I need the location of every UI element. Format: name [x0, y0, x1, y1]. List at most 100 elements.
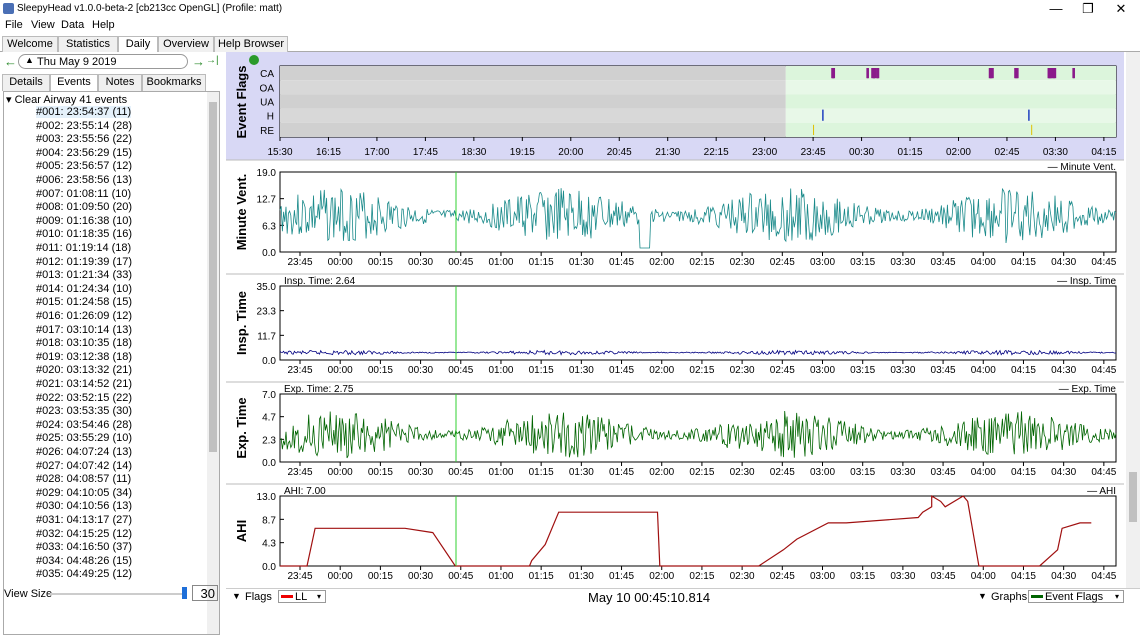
prev-day-button[interactable]: ← [4, 54, 17, 69]
re-event-mark[interactable] [813, 124, 815, 135]
event-item[interactable]: #010: 01:18:35 (16) [36, 228, 132, 240]
y-tick-label: 23.3 [257, 307, 277, 318]
ca-event-mark[interactable] [1016, 68, 1019, 79]
event-list-scrollbar[interactable] [207, 92, 219, 634]
graphs-button[interactable]: Graphs [991, 591, 1027, 603]
ca-event-mark[interactable] [874, 68, 877, 79]
event-item[interactable]: #001: 23:54:37 (11) [36, 106, 132, 118]
event-group-clear-airway[interactable]: ▾ Clear Airway 41 events [6, 93, 127, 106]
event-item[interactable]: #031: 04:13:17 (27) [36, 514, 132, 526]
collapse-icon[interactable]: ▾ [6, 94, 15, 106]
h-event-mark[interactable] [1028, 109, 1030, 121]
flags-button[interactable]: Flags [245, 591, 272, 603]
x-tick-label: 04:15 [1011, 571, 1036, 582]
event-item[interactable]: #032: 04:15:25 (12) [36, 528, 132, 540]
event-item[interactable]: #016: 01:26:09 (12) [36, 310, 132, 322]
event-item[interactable]: #007: 01:08:11 (10) [36, 188, 131, 200]
x-tick-label: 00:15 [368, 365, 393, 376]
event-item[interactable]: #029: 04:10:05 (34) [36, 487, 132, 499]
event-item[interactable]: #025: 03:55:29 (10) [36, 432, 132, 444]
x-tick-label: 04:30 [1051, 365, 1076, 376]
event-item[interactable]: #013: 01:21:34 (33) [36, 269, 132, 281]
graph-scroll-thumb[interactable] [1129, 472, 1137, 522]
graph-select[interactable]: Event Flags ▾ [1028, 590, 1124, 603]
plot-area-1[interactable] [279, 285, 1117, 361]
ca-event-mark[interactable] [866, 68, 869, 79]
menu-file[interactable]: File [5, 19, 23, 31]
x-tick-label: 01:30 [569, 257, 594, 268]
event-item[interactable]: #009: 01:16:38 (10) [36, 215, 132, 227]
re-event-mark[interactable] [1031, 124, 1033, 135]
ca-event-mark[interactable] [1072, 68, 1075, 79]
x-tick-label: 04:45 [1091, 365, 1116, 376]
view-size-handle[interactable] [182, 587, 187, 599]
x-tick-label: 03:00 [810, 467, 835, 478]
event-item[interactable]: #035: 04:49:25 (12) [36, 568, 132, 580]
event-item[interactable]: #026: 04:07:24 (13) [36, 446, 132, 458]
event-item[interactable]: #012: 01:19:39 (17) [36, 256, 132, 268]
ca-event-mark[interactable] [833, 68, 836, 79]
flag-time-tick: 23:45 [801, 147, 826, 158]
graph-scrollbar[interactable] [1126, 52, 1140, 588]
plot-area-0[interactable] [279, 171, 1117, 253]
event-item[interactable]: #015: 01:24:58 (15) [36, 296, 132, 308]
h-event-mark[interactable] [822, 109, 824, 121]
close-button[interactable]: ✕ [1103, 0, 1139, 18]
event-item[interactable]: #003: 23:55:56 (22) [36, 133, 132, 145]
event-item[interactable]: #017: 03:10:14 (13) [36, 324, 132, 336]
pin-icon[interactable] [249, 55, 259, 65]
event-item[interactable]: #002: 23:55:14 (28) [36, 120, 132, 132]
event-item[interactable]: #022: 03:52:15 (22) [36, 392, 132, 404]
tab-details[interactable]: Details [2, 74, 50, 91]
tab-bookmarks[interactable]: Bookmarks [142, 74, 206, 91]
event-item[interactable]: #005: 23:56:57 (12) [36, 160, 132, 172]
flag-time-tick: 16:15 [316, 147, 341, 158]
minimize-button[interactable]: — [1038, 0, 1074, 18]
y-tick-label: 4.3 [262, 539, 276, 550]
event-item[interactable]: #014: 01:24:34 (10) [36, 283, 132, 295]
restore-button[interactable]: ❐ [1070, 0, 1106, 18]
event-list[interactable]: ▾ Clear Airway 41 events #001: 23:54:37 … [3, 91, 220, 635]
event-item[interactable]: #019: 03:12:38 (18) [36, 351, 132, 363]
view-size-value[interactable]: 30 [192, 585, 218, 601]
ca-event-mark[interactable] [991, 68, 994, 79]
menu-view[interactable]: View [31, 19, 55, 31]
event-item[interactable]: #020: 03:13:32 (21) [36, 364, 132, 376]
next-day-button[interactable]: → [192, 54, 205, 69]
line-style-select[interactable]: LL ▾ [278, 590, 326, 603]
event-item[interactable]: #028: 04:08:57 (11) [36, 473, 131, 485]
event-item[interactable]: #027: 04:07:42 (14) [36, 460, 132, 472]
last-day-button[interactable]: →| [206, 55, 219, 66]
event-item[interactable]: #030: 04:10:56 (13) [36, 500, 132, 512]
event-item[interactable]: #021: 03:14:52 (21) [36, 378, 132, 390]
scroll-thumb[interactable] [209, 102, 217, 452]
event-item[interactable]: #033: 04:16:50 (37) [36, 541, 132, 553]
flag-row-bg [785, 122, 1116, 137]
ca-event-mark[interactable] [877, 68, 880, 79]
ca-event-mark[interactable] [1054, 68, 1057, 79]
event-item[interactable]: #006: 23:58:56 (13) [36, 174, 132, 186]
event-item[interactable]: #004: 23:56:29 (15) [36, 147, 132, 159]
event-item[interactable]: #024: 03:54:46 (28) [36, 419, 132, 431]
tab-daily[interactable]: Daily [118, 36, 158, 53]
tab-statistics[interactable]: Statistics [58, 36, 118, 52]
tab-help-browser[interactable]: Help Browser [214, 36, 288, 52]
event-item[interactable]: #034: 04:48:26 (15) [36, 555, 132, 567]
event-item[interactable]: #018: 03:10:35 (18) [36, 337, 132, 349]
x-tick-label: 03:00 [810, 571, 835, 582]
flags-dropdown-icon[interactable]: ▼ [232, 591, 241, 601]
event-item[interactable]: #023: 03:53:35 (30) [36, 405, 132, 417]
menu-help[interactable]: Help [92, 19, 115, 31]
tab-welcome[interactable]: Welcome [2, 36, 58, 52]
menu-data[interactable]: Data [61, 19, 84, 31]
event-item[interactable]: #008: 01:09:50 (20) [36, 201, 132, 213]
graphs-dropdown-icon[interactable]: ▼ [978, 591, 987, 601]
date-picker[interactable]: ▲ Thu May 9 2019 [18, 54, 188, 69]
view-size-slider[interactable] [50, 593, 186, 595]
tab-overview[interactable]: Overview [158, 36, 214, 52]
graphs-svg[interactable]: CA OA UA H RE Event Flags 15:30 16:15 17:00 17:45… [226, 52, 1124, 588]
event-item[interactable]: #011: 01:19:14 (18) [36, 242, 131, 254]
tab-events[interactable]: Events [50, 74, 98, 91]
plot-area-3[interactable] [279, 495, 1117, 567]
tab-notes[interactable]: Notes [98, 74, 142, 91]
